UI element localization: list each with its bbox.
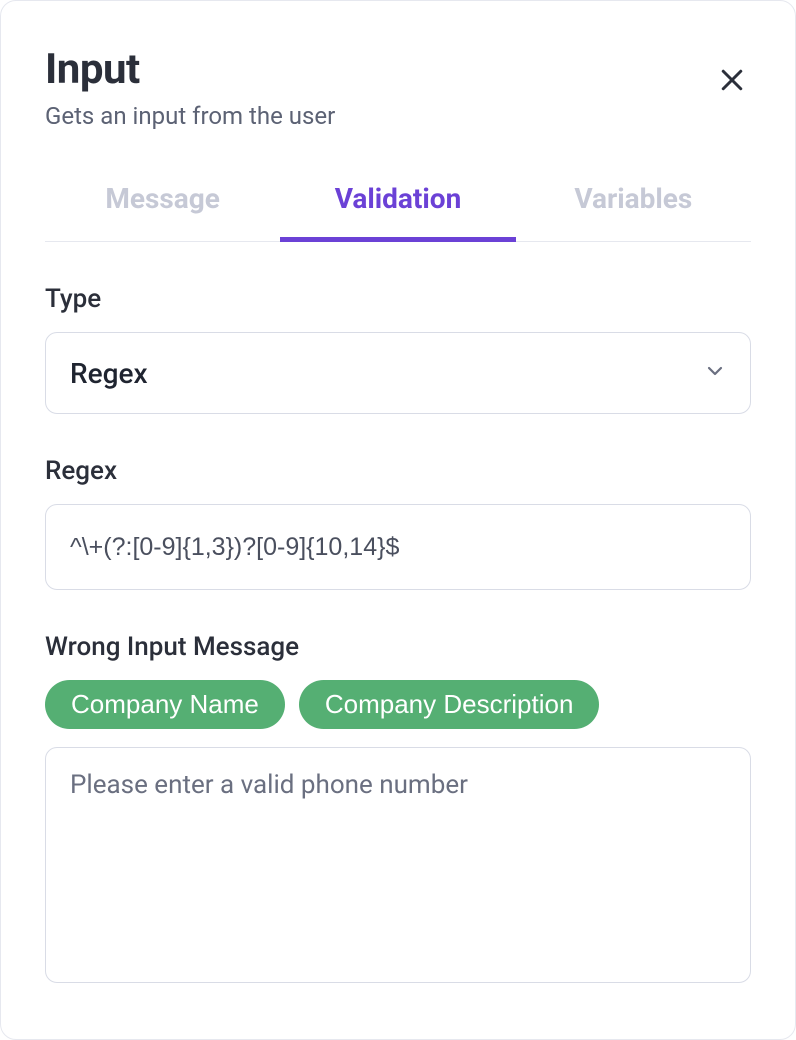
tab-bar: Message Validation Variables xyxy=(45,178,751,242)
tab-message[interactable]: Message xyxy=(45,178,280,242)
type-select[interactable]: Regex xyxy=(45,332,751,414)
panel-title: Input xyxy=(45,45,335,94)
tab-variables[interactable]: Variables xyxy=(516,178,751,242)
close-icon xyxy=(717,83,747,98)
regex-label: Regex xyxy=(45,456,751,486)
type-field: Type Regex xyxy=(45,284,751,414)
panel-subtitle: Gets an input from the user xyxy=(45,102,335,130)
variable-chips: Company Name Company Description xyxy=(45,680,751,729)
type-select-wrap: Regex xyxy=(45,332,751,414)
tab-validation[interactable]: Validation xyxy=(280,178,515,242)
wrong-input-textarea[interactable] xyxy=(45,747,751,983)
wrong-input-label: Wrong Input Message xyxy=(45,632,751,662)
chip-company-description[interactable]: Company Description xyxy=(299,680,600,729)
type-select-value: Regex xyxy=(70,357,148,390)
header-text: Input Gets an input from the user xyxy=(45,45,335,130)
wrong-input-field: Wrong Input Message Company Name Company… xyxy=(45,632,751,987)
chip-company-name[interactable]: Company Name xyxy=(45,680,285,729)
regex-input[interactable] xyxy=(45,504,751,590)
type-label: Type xyxy=(45,284,751,314)
panel-header: Input Gets an input from the user xyxy=(45,45,751,130)
regex-field: Regex xyxy=(45,456,751,590)
input-config-panel: Input Gets an input from the user Messag… xyxy=(0,0,796,1040)
close-button[interactable] xyxy=(709,57,755,106)
